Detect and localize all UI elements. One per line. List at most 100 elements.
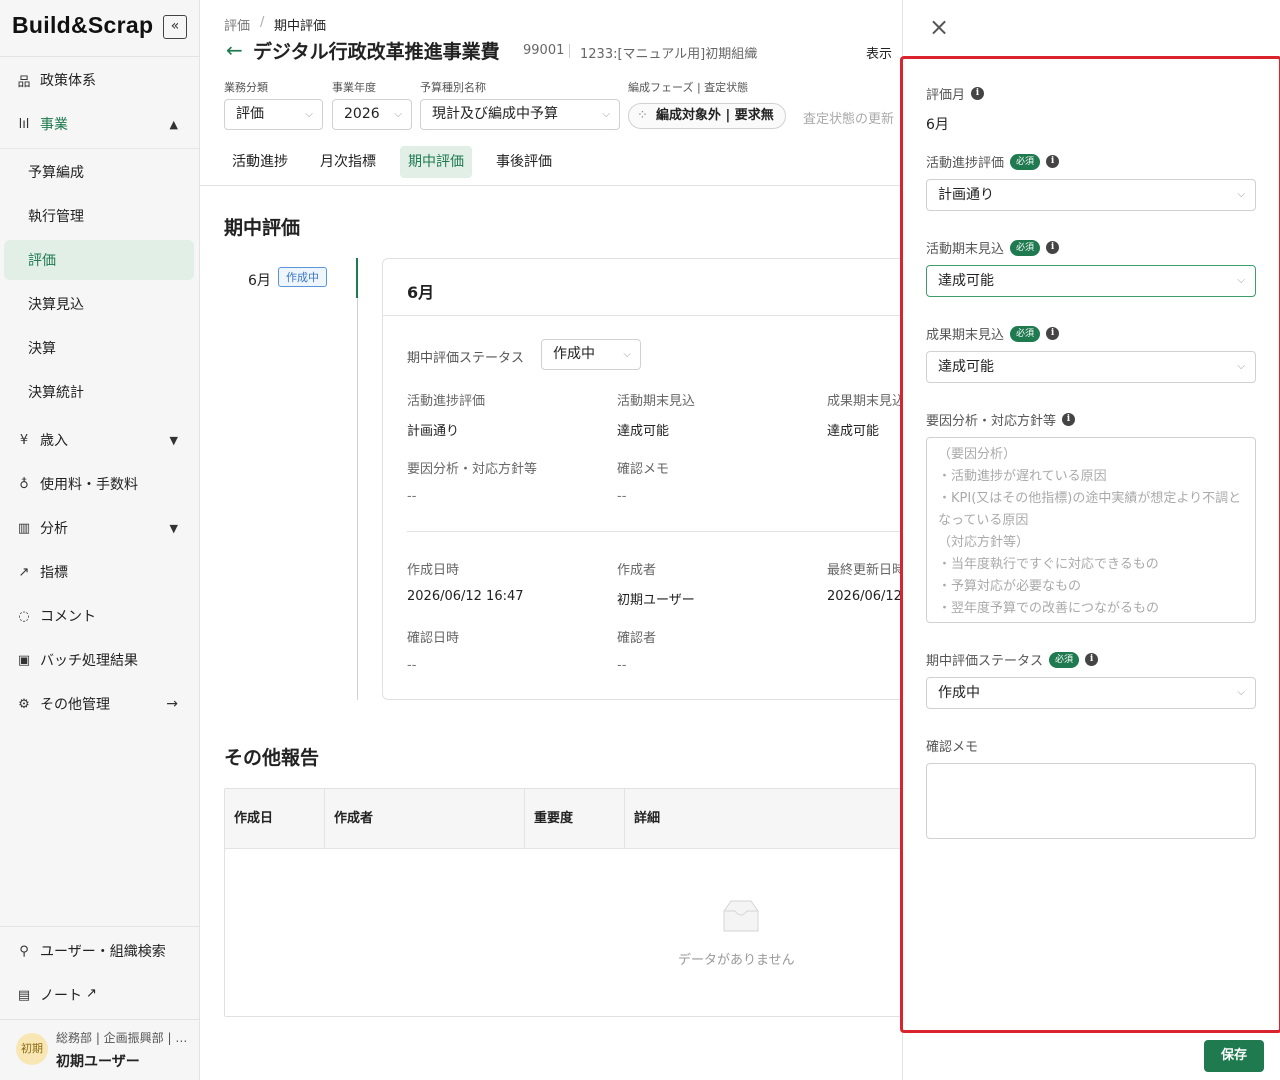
sidebar-item-label: 決算 xyxy=(28,341,56,357)
main-content: 評価 / 期中評価 ← デジタル行政改革推進事業費 99001 1233:[マニ… xyxy=(200,0,925,1080)
sidebar-item-notes[interactable]: ▤ ノート ↗ xyxy=(0,975,200,1015)
label-text: 要因分析・対応方針等 xyxy=(926,414,1057,429)
info-icon[interactable]: i xyxy=(1046,155,1060,168)
year-label: 事業年度 xyxy=(332,81,376,94)
sidebar-item-revenue[interactable]: ¥ 歳入 ▼ xyxy=(0,420,200,460)
year-select[interactable]: 2026 ⌵ xyxy=(332,99,412,130)
breadcrumb-current: 期中評価 xyxy=(274,19,327,34)
memo-textarea[interactable] xyxy=(926,763,1256,839)
chevron-up-icon: ▲ xyxy=(169,117,178,131)
project-org: 1233:[マニュアル用]初期組織 xyxy=(580,47,758,62)
app-logo[interactable]: Build&Scrap xyxy=(12,12,153,39)
analysis-textarea[interactable]: （要因分析） ・活動進捗が遅れている原因 ・KPI(又はその他指標)の途中実績が… xyxy=(926,437,1256,623)
section-heading-midterm: 期中評価 xyxy=(224,217,301,239)
select-value: 達成可能 xyxy=(938,273,994,289)
sidebar-subitem-settlement-stats[interactable]: 決算統計 xyxy=(0,372,200,412)
sidebar-item-label: 使用料・手数料 xyxy=(40,477,138,493)
close-icon[interactable]: × xyxy=(929,13,949,41)
sidebar-item-label: その他管理 xyxy=(40,697,110,713)
tab-post-evaluation[interactable]: 事後評価 xyxy=(488,146,560,178)
project-code: 99001 xyxy=(523,43,565,58)
divider xyxy=(0,148,199,149)
tab-midterm-evaluation[interactable]: 期中評価 xyxy=(400,146,472,178)
chevron-down-icon: ▼ xyxy=(169,521,178,535)
sidebar-item-policy[interactable]: 品 政策体系 xyxy=(0,60,200,100)
label-text: 評価月 xyxy=(926,88,966,103)
year-value: 2026 xyxy=(344,106,380,122)
category-select[interactable]: 評価 ⌵ xyxy=(224,99,323,130)
display-button[interactable]: 表示 xyxy=(866,43,892,62)
month-value: 6月 xyxy=(926,117,949,133)
status-badge: 作成中 xyxy=(278,267,327,287)
info-icon[interactable]: i xyxy=(1046,241,1060,254)
budget-type-label: 予算種別名称 xyxy=(420,81,486,94)
info-icon[interactable]: i xyxy=(1062,413,1076,426)
chevron-down-icon: ▼ xyxy=(169,433,178,447)
activity-end-select[interactable]: 達成可能 ⌵ xyxy=(926,265,1256,297)
budget-type-select[interactable]: 現計及び編成中予算 ⌵ xyxy=(420,99,620,130)
trend-icon: ↗ xyxy=(18,564,30,580)
sidebar-item-other[interactable]: ⚙ その他管理 → xyxy=(0,684,200,724)
sidebar-item-label: 執行管理 xyxy=(28,209,84,225)
sidebar-item-comments[interactable]: ◌ コメント xyxy=(0,596,200,636)
sidebar-item-label: 政策体系 xyxy=(40,73,96,89)
info-icon[interactable]: i xyxy=(971,87,985,100)
hand-coin-icon: ♁ xyxy=(19,476,29,492)
phase-label: 編成フェーズ | 査定状態 xyxy=(628,81,749,94)
sidebar-subitem-evaluation[interactable]: 評価 xyxy=(4,240,194,280)
timeline-active-marker xyxy=(356,258,358,298)
select-value: 計画通り xyxy=(938,187,994,203)
activity-progress-select[interactable]: 計画通り ⌵ xyxy=(926,179,1256,211)
sidebar-subitem-execution[interactable]: 執行管理 xyxy=(0,196,200,236)
label-text: 活動進捗評価 xyxy=(926,156,1005,171)
sidebar-subitem-settlement-forecast[interactable]: 決算見込 xyxy=(0,284,200,324)
field-value: 計画通り xyxy=(407,424,460,439)
sidebar-subitem-settlement[interactable]: 決算 xyxy=(0,328,200,368)
yen-box-icon: ¥ xyxy=(19,432,29,448)
meta-label: 作成者 xyxy=(617,563,657,578)
budget-type-value: 現計及び編成中予算 xyxy=(432,106,558,122)
outcome-end-select[interactable]: 達成可能 ⌵ xyxy=(926,351,1256,383)
timeline-month[interactable]: 6月 xyxy=(248,270,271,290)
back-arrow-icon[interactable]: ← xyxy=(226,38,243,62)
sidebar-item-label: 評価 xyxy=(28,253,56,269)
analysis-icon: ▥ xyxy=(17,520,31,536)
sidebar-item-batch[interactable]: ▣ バッチ処理結果 xyxy=(0,640,200,680)
sidebar-item-label: バッチ処理結果 xyxy=(40,653,138,669)
sidebar-item-label: ノート xyxy=(40,988,82,1004)
sidebar-item-analysis[interactable]: ▥ 分析 ▼ xyxy=(0,508,200,548)
sidebar-subitem-budget[interactable]: 予算編成 xyxy=(0,152,200,192)
collapse-sidebar-button[interactable]: « xyxy=(163,15,187,39)
sidebar-item-label: 指標 xyxy=(40,565,68,581)
breadcrumb-root[interactable]: 評価 xyxy=(224,15,250,34)
timeline-line xyxy=(357,298,358,700)
tab-monthly-indicators[interactable]: 月次指標 xyxy=(312,146,384,178)
label-text: 期中評価ステータス xyxy=(926,654,1044,669)
update-status-link[interactable]: 査定状態の更新 xyxy=(803,108,894,127)
midterm-status-select[interactable]: 作成中 ⌵ xyxy=(926,677,1256,709)
field-label-outcome: 成果期末見込 必須 i xyxy=(926,324,1060,343)
chevron-down-icon: ⌵ xyxy=(394,109,402,120)
external-link-icon: ↗ xyxy=(86,986,97,1001)
tab-activity-progress[interactable]: 活動進捗 xyxy=(224,146,296,178)
field-value: -- xyxy=(617,489,627,504)
sidebar-item-fees[interactable]: ♁ 使用料・手数料 xyxy=(0,464,200,504)
sidebar-item-user-search[interactable]: ⚲ ユーザー・組織検索 xyxy=(0,931,200,971)
save-button[interactable]: 保存 xyxy=(1204,1040,1264,1072)
user-org: 総務部 | 企画振興部 | … xyxy=(56,1031,188,1045)
comment-icon: ◌ xyxy=(18,608,30,624)
required-badge: 必須 xyxy=(1010,239,1041,256)
info-icon[interactable]: i xyxy=(1046,327,1060,340)
field-label-month: 評価月 i xyxy=(926,84,985,103)
sidebar-item-projects[interactable]: lıl 事業 ▲ xyxy=(0,104,200,144)
sidebar-item-indicators[interactable]: ↗ 指標 xyxy=(0,552,200,592)
required-badge: 必須 xyxy=(1010,325,1041,342)
sidebar-item-label: 決算統計 xyxy=(28,385,84,401)
terminal-icon: ▣ xyxy=(17,652,31,668)
avatar[interactable]: 初期 xyxy=(16,1033,48,1065)
status-select[interactable]: 作成中 ⌵ xyxy=(541,339,641,370)
user-name[interactable]: 初期ユーザー xyxy=(56,1051,140,1071)
field-label: 活動進捗評価 xyxy=(407,394,486,409)
chevron-down-icon: ⌵ xyxy=(623,349,631,360)
info-icon[interactable]: i xyxy=(1085,653,1099,666)
